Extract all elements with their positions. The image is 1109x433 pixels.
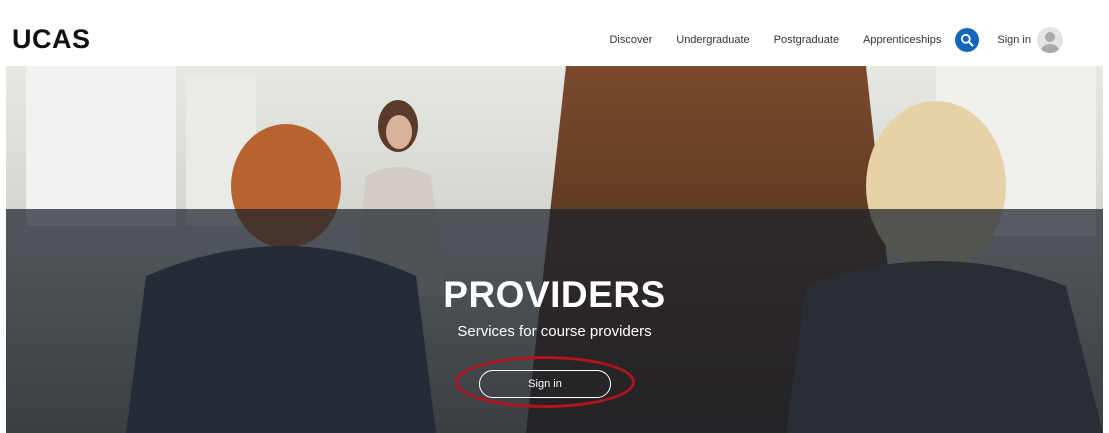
search-icon <box>961 33 974 47</box>
hero-title: PROVIDERS <box>443 274 666 315</box>
ucas-logo[interactable]: UCAS <box>12 24 91 54</box>
nav-postgraduate[interactable]: Postgraduate <box>774 34 839 46</box>
user-avatar-icon[interactable] <box>1037 27 1063 53</box>
search-button[interactable] <box>955 28 980 52</box>
header-sign-in-link[interactable]: Sign in <box>997 34 1031 46</box>
hero-subtitle: Services for course providers <box>457 323 652 340</box>
hero-banner: PROVIDERS Services for course providers … <box>6 66 1103 433</box>
site-header: UCAS Discover Undergraduate Postgraduate… <box>0 0 1109 66</box>
nav-discover[interactable]: Discover <box>609 34 652 46</box>
nav-apprenticeships[interactable]: Apprenticeships <box>863 34 941 46</box>
highlight-annotation-ring <box>455 356 635 408</box>
avatar-silhouette <box>1041 32 1059 53</box>
main-nav: Discover Undergraduate Postgraduate Appr… <box>585 27 1063 53</box>
nav-undergraduate[interactable]: Undergraduate <box>676 34 749 46</box>
